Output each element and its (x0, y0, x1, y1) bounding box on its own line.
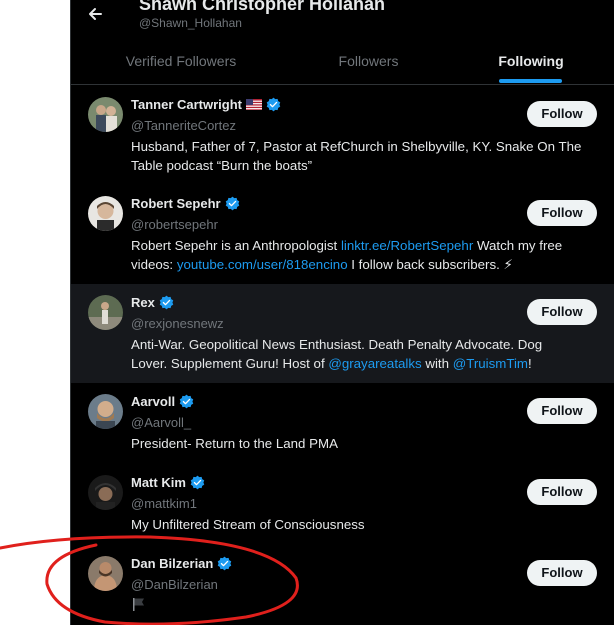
bio-line: Anti-War. Geopolitical News Enthusiast. … (131, 337, 543, 352)
verified-badge-icon (266, 97, 281, 112)
user-bio: Robert Sepehr is an Anthropologist linkt… (131, 236, 601, 274)
active-tab-indicator (499, 79, 562, 83)
list-item[interactable]: Dan Bilzerian @DanBilzerian Follow (71, 545, 614, 625)
back-button[interactable] (85, 2, 109, 26)
bio-link[interactable]: @grayareatalks (328, 356, 421, 371)
follow-button[interactable]: Follow (527, 101, 597, 127)
tab-verified-followers[interactable]: Verified Followers (91, 44, 271, 84)
black-flag-icon (133, 598, 144, 611)
user-bio: My Unfiltered Stream of Consciousness (131, 515, 601, 534)
bio-text: Lover. Supplement Guru! Host of (131, 356, 329, 371)
bio-line: My Unfiltered Stream of Consciousness (131, 517, 365, 532)
verified-badge-icon (159, 295, 174, 310)
user-name-row[interactable]: Dan Bilzerian (131, 556, 232, 571)
user-handle[interactable]: @robertsepehr (131, 217, 218, 232)
follow-button[interactable]: Follow (527, 200, 597, 226)
profile-name: Shawn Christopher Hollahan (139, 0, 386, 14)
bio-link[interactable]: linktr.ee/RobertSepehr (341, 238, 473, 253)
user-name-row[interactable]: Robert Sepehr (131, 196, 240, 211)
back-arrow-icon (89, 8, 102, 20)
user-bio: President- Return to the Land PMA (131, 434, 601, 453)
user-handle[interactable]: @TanneriteCortez (131, 118, 236, 133)
list-item[interactable]: Tanner Cartwright @TanneriteCortez Husba… (71, 86, 614, 185)
profile-header: Shawn Christopher Hollahan @Shawn_Hollah… (71, 0, 614, 44)
user-handle[interactable]: @Aarvoll_ (131, 415, 191, 430)
bio-text: ! (528, 356, 532, 371)
following-list-column: Shawn Christopher Hollahan @Shawn_Hollah… (70, 0, 614, 625)
user-handle[interactable]: @mattkim1 (131, 496, 197, 511)
avatar[interactable] (88, 295, 123, 330)
verified-badge-icon (190, 475, 205, 490)
user-name[interactable]: Dan Bilzerian (131, 556, 213, 571)
verified-badge-icon (225, 196, 239, 211)
user-name-row[interactable]: Aarvoll (131, 394, 194, 409)
user-name[interactable]: Robert Sepehr (131, 196, 221, 211)
list-item[interactable]: Rex @rexjonesnewz Anti-War. Geopolitical… (71, 284, 614, 383)
bio-link[interactable]: @TruismTim (453, 356, 528, 371)
profile-handle: @Shawn_Hollahan (139, 16, 242, 30)
bio-text: Watch my free (473, 238, 563, 253)
bio-text: Robert Sepehr is an Anthropologist (131, 238, 341, 253)
user-name-row[interactable]: Rex (131, 295, 174, 310)
user-handle[interactable]: @DanBilzerian (131, 577, 218, 592)
list-item[interactable]: Aarvoll @Aarvoll_ President- Return to t… (71, 383, 614, 463)
avatar[interactable] (88, 97, 123, 132)
avatar[interactable] (88, 196, 123, 231)
user-bio: Husband, Father of 7, Pastor at RefChurc… (131, 137, 601, 175)
user-name[interactable]: Matt Kim (131, 475, 186, 490)
bio-link[interactable]: youtube.com/user/818encino (177, 257, 348, 272)
list-item[interactable]: Matt Kim @mattkim1 My Unfiltered Stream … (71, 464, 614, 544)
bio-text: with (421, 356, 453, 371)
bio-line: Table podcast “Burn the boats” (131, 158, 313, 173)
avatar[interactable] (88, 394, 123, 429)
user-bio (131, 596, 601, 617)
user-name[interactable]: Tanner Cartwright (131, 97, 242, 112)
user-bio: Anti-War. Geopolitical News Enthusiast. … (131, 335, 601, 373)
follow-button[interactable]: Follow (527, 560, 597, 586)
avatar[interactable] (88, 475, 123, 510)
user-handle[interactable]: @rexjonesnewz (131, 316, 224, 331)
tab-following[interactable]: Following (471, 44, 591, 84)
verified-badge-icon (179, 394, 194, 409)
bio-line: Husband, Father of 7, Pastor at RefChurc… (131, 139, 582, 154)
follow-button[interactable]: Follow (527, 299, 597, 325)
bio-text: I follow back subscribers. ⚡ (347, 257, 513, 272)
left-gutter (0, 0, 70, 625)
bio-line: videos: youtube.com/user/818encino I fol… (131, 255, 601, 274)
bio-line: President- Return to the Land PMA (131, 436, 338, 451)
user-name-row[interactable]: Tanner Cartwright (131, 97, 281, 112)
follow-button[interactable]: Follow (527, 398, 597, 424)
verified-badge-icon (218, 556, 232, 571)
follow-button[interactable]: Follow (527, 479, 597, 505)
us-flag-icon (246, 99, 262, 110)
user-name-row[interactable]: Matt Kim (131, 475, 205, 490)
tab-bar: Verified Followers Followers Following (71, 44, 614, 85)
bio-text: videos: (131, 257, 177, 272)
avatar[interactable] (88, 556, 123, 591)
list-item[interactable]: Robert Sepehr @robertsepehr Robert Sepeh… (71, 185, 614, 284)
tab-followers[interactable]: Followers (276, 44, 461, 84)
bio-line: Lover. Supplement Guru! Host of @grayare… (131, 354, 601, 373)
user-name[interactable]: Aarvoll (131, 394, 175, 409)
bio-line: Robert Sepehr is an Anthropologist linkt… (131, 236, 601, 255)
user-name[interactable]: Rex (131, 295, 155, 310)
